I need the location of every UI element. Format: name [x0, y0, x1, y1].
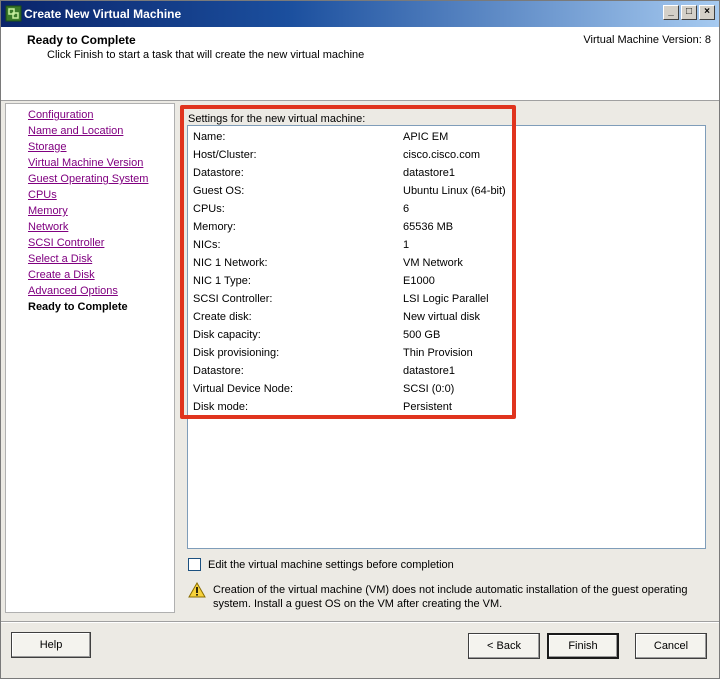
nav-step-network[interactable]: Network [28, 221, 68, 233]
window-title: Create New Virtual Machine [24, 7, 182, 21]
maximize-button[interactable]: □ [681, 5, 697, 20]
nav-step-configuration[interactable]: Configuration [28, 109, 93, 121]
cancel-button[interactable]: Cancel [635, 633, 707, 659]
edit-settings-checkbox[interactable] [188, 558, 201, 571]
wizard-steps-nav: Configuration Name and Location Storage … [5, 103, 175, 613]
nav-step-select-disk[interactable]: Select a Disk [28, 253, 92, 265]
page-subtitle: Click Finish to start a task that will c… [47, 49, 365, 61]
red-highlight-box [180, 105, 516, 419]
back-button[interactable]: < Back [468, 633, 540, 659]
finish-button[interactable]: Finish [547, 633, 619, 659]
minimize-button[interactable]: _ [663, 5, 679, 20]
nav-step-guest-os[interactable]: Guest Operating System [28, 173, 148, 185]
create-vm-dialog: Create New Virtual Machine _ □ × Ready t… [0, 0, 720, 679]
page-title: Ready to Complete [27, 33, 136, 47]
close-icon: × [704, 6, 710, 17]
title-bar[interactable]: Create New Virtual Machine _ □ × [1, 1, 719, 27]
nav-step-cpus[interactable]: CPUs [28, 189, 57, 201]
vm-version-label: Virtual Machine Version: 8 [583, 34, 711, 46]
edit-settings-checkbox-label[interactable]: Edit the virtual machine settings before… [208, 559, 454, 571]
nav-step-advanced-options[interactable]: Advanced Options [28, 285, 118, 297]
help-button[interactable]: Help [11, 632, 91, 658]
nav-step-create-disk[interactable]: Create a Disk [28, 269, 95, 281]
nav-step-scsi-controller[interactable]: SCSI Controller [28, 237, 104, 249]
warning-text: Creation of the virtual machine (VM) doe… [213, 584, 688, 610]
nav-step-ready-to-complete: Ready to Complete [28, 301, 128, 313]
warning-icon [188, 582, 206, 598]
nav-step-memory[interactable]: Memory [28, 205, 68, 217]
close-button[interactable]: × [699, 5, 715, 20]
maximize-icon: □ [685, 6, 693, 17]
wizard-header: Ready to Complete Click Finish to start … [1, 27, 719, 101]
nav-step-name-and-location[interactable]: Name and Location [28, 125, 123, 137]
nav-step-vm-version[interactable]: Virtual Machine Version [28, 157, 143, 169]
minimize-icon: _ [668, 6, 674, 17]
bottom-divider-highlight [1, 622, 719, 623]
nav-step-storage[interactable]: Storage [28, 141, 67, 153]
vsphere-app-icon [5, 5, 22, 22]
